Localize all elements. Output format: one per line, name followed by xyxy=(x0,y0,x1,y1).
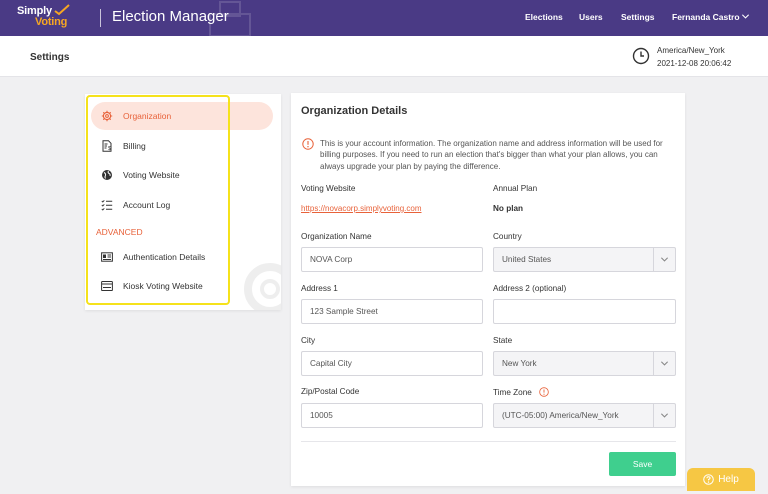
logo-text-voting: Voting xyxy=(35,16,68,28)
settings-sidebar: Organization $ Billing Voting Website Ac… xyxy=(85,94,281,310)
annual-plan-value: No plan xyxy=(493,204,524,213)
zip-value: 10005 xyxy=(310,411,333,420)
address1-input[interactable]: 123 Sample Street xyxy=(301,299,483,324)
card-title: Organization Details xyxy=(301,105,408,117)
ballot-box-watermark-icon xyxy=(209,1,251,36)
timezone-label: America/New_York xyxy=(657,46,725,55)
help-label: Help xyxy=(718,474,739,485)
city-input[interactable]: Capital City xyxy=(301,351,483,376)
form-divider xyxy=(301,441,676,442)
timezone-label-text: Time Zone xyxy=(493,388,532,397)
sidebar-item-label: Authentication Details xyxy=(123,252,206,262)
timezone-select[interactable]: (UTC-05:00) America/New_York xyxy=(493,403,676,428)
state-label: State xyxy=(493,336,513,345)
chevron-down-icon[interactable] xyxy=(653,352,675,375)
city-label: City xyxy=(301,336,316,345)
nav-settings[interactable]: Settings xyxy=(621,12,655,22)
voting-website-link[interactable]: https://novacorp.simplyvoting.com xyxy=(301,204,422,213)
gear-icon xyxy=(101,110,113,122)
organization-details-card: Organization Details This is your accoun… xyxy=(291,93,685,486)
city-value: Capital City xyxy=(310,359,352,368)
sidebar-item-organization[interactable]: Organization xyxy=(91,102,273,130)
current-datetime: 2021-12-08 20:06:42 xyxy=(657,59,732,68)
address1-value: 123 Sample Street xyxy=(310,307,378,316)
checklist-icon xyxy=(101,199,113,211)
sidebar-item-label: Account Log xyxy=(123,200,171,210)
info-icon[interactable] xyxy=(539,387,549,397)
country-select[interactable]: United States xyxy=(493,247,676,272)
id-card-icon xyxy=(101,251,113,263)
address2-input[interactable] xyxy=(493,299,676,324)
sidebar-item-kiosk-voting-website[interactable]: Kiosk Voting Website xyxy=(91,272,273,300)
country-label: Country xyxy=(493,232,522,241)
sidebar-item-billing[interactable]: $ Billing xyxy=(91,132,273,160)
invoice-icon: $ xyxy=(101,140,113,152)
address2-label: Address 2 (optional) xyxy=(493,284,567,293)
sidebar-item-voting-website[interactable]: Voting Website xyxy=(91,161,273,189)
country-value: United States xyxy=(502,255,552,264)
org-name-input[interactable]: NOVA Corp xyxy=(301,247,483,272)
chevron-down-icon[interactable] xyxy=(741,12,750,21)
sidebar-item-label: Organization xyxy=(123,111,172,121)
clock-icon xyxy=(632,47,650,65)
state-value: New York xyxy=(502,359,537,368)
zip-label: Zip/Postal Code xyxy=(301,387,360,396)
info-icon xyxy=(302,138,314,150)
chevron-down-icon[interactable] xyxy=(653,404,675,427)
svg-text:$: $ xyxy=(108,146,111,152)
top-navbar: Simply Voting Election Manager Elections… xyxy=(0,0,768,36)
user-menu[interactable]: Fernanda Castro xyxy=(672,12,740,22)
timezone-label: Time Zone xyxy=(493,387,549,397)
help-button[interactable]: Help xyxy=(687,468,755,491)
address1-label: Address 1 xyxy=(301,284,338,293)
info-message: This is your account information. The or… xyxy=(320,139,663,171)
sidebar-section-advanced: ADVANCED xyxy=(96,227,143,237)
annual-plan-label: Annual Plan xyxy=(493,184,538,193)
state-select[interactable]: New York xyxy=(493,351,676,376)
nav-elections[interactable]: Elections xyxy=(525,12,563,22)
sidebar-item-label: Voting Website xyxy=(123,170,180,180)
org-name-label: Organization Name xyxy=(301,232,372,241)
kiosk-icon xyxy=(101,280,113,292)
save-button[interactable]: Save xyxy=(609,452,676,476)
sidebar-item-authentication-details[interactable]: Authentication Details xyxy=(91,243,273,271)
zip-input[interactable]: 10005 xyxy=(301,403,483,428)
chevron-down-icon[interactable] xyxy=(653,248,675,271)
page-title: Settings xyxy=(30,52,70,63)
sidebar-item-account-log[interactable]: Account Log xyxy=(91,191,273,219)
page-header: Settings xyxy=(0,36,768,77)
voting-website-label: Voting Website xyxy=(301,184,356,193)
sidebar-item-label: Billing xyxy=(123,141,146,151)
org-name-value: NOVA Corp xyxy=(310,255,353,264)
question-circle-icon xyxy=(703,474,714,485)
title-divider xyxy=(100,9,101,27)
logo-check-icon xyxy=(54,4,70,16)
simply-voting-logo[interactable]: Simply Voting xyxy=(17,4,97,29)
timezone-value: (UTC-05:00) America/New_York xyxy=(502,411,619,420)
globe-icon xyxy=(101,169,113,181)
sidebar-item-label: Kiosk Voting Website xyxy=(123,281,203,291)
nav-users[interactable]: Users xyxy=(579,12,603,22)
